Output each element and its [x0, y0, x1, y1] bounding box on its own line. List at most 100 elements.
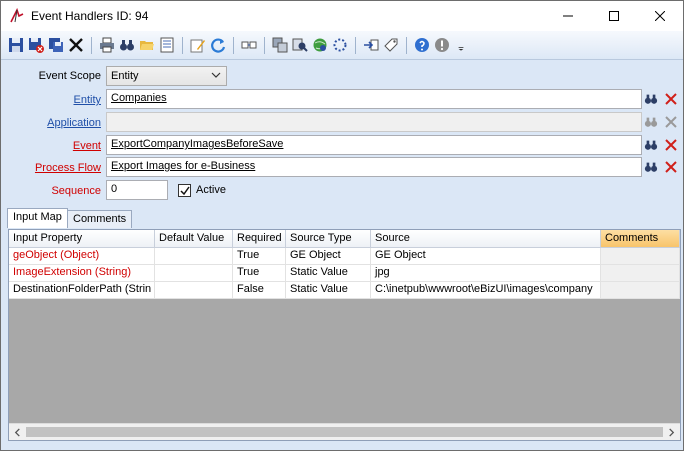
- entity-value: Companies: [111, 92, 167, 104]
- table-cell-input-property[interactable]: geObject (Object): [9, 248, 155, 265]
- search-button[interactable]: [118, 36, 136, 54]
- toolbar: [1, 31, 683, 60]
- process-flow-field[interactable]: Export Images for e-Business: [106, 157, 642, 177]
- tab-input-map[interactable]: Input Map: [7, 208, 68, 228]
- table-cell-required[interactable]: True: [233, 248, 286, 265]
- refresh-button[interactable]: [209, 36, 227, 54]
- import-button[interactable]: [362, 36, 380, 54]
- minimize-button[interactable]: [545, 1, 591, 31]
- table-cell-required[interactable]: True: [233, 265, 286, 282]
- table-cell-default-value[interactable]: [155, 265, 233, 282]
- close-window-button[interactable]: [637, 1, 683, 31]
- delete-button[interactable]: [67, 36, 85, 54]
- table-cell-comments[interactable]: [601, 265, 680, 282]
- event-value: ExportCompanyImagesBeforeSave: [111, 138, 284, 150]
- find-icon: [292, 38, 308, 52]
- save-all-icon: [49, 38, 63, 52]
- process-flow-link-label[interactable]: Process Flow: [1, 162, 101, 174]
- settings-button[interactable]: [331, 36, 349, 54]
- table-cell-input-property[interactable]: ImageExtension (String): [9, 265, 155, 282]
- window-title: Event Handlers ID: 94: [31, 9, 149, 23]
- column-header-source-type[interactable]: Source Type: [286, 230, 371, 248]
- event-field[interactable]: ExportCompanyImagesBeforeSave: [106, 135, 642, 155]
- column-header-source[interactable]: Source: [371, 230, 601, 248]
- process-flow-lookup-button[interactable]: [642, 158, 660, 176]
- event-scope-select[interactable]: Entity: [106, 66, 227, 86]
- copy-icon: [272, 37, 288, 53]
- open-button[interactable]: [138, 36, 156, 54]
- overflow-icon: [458, 47, 464, 51]
- tab-comments[interactable]: Comments: [67, 210, 133, 228]
- entity-lookup-button[interactable]: [642, 90, 660, 108]
- web-button[interactable]: [311, 36, 329, 54]
- refresh-icon: [211, 38, 226, 53]
- clear-icon: [665, 139, 677, 151]
- columns-button[interactable]: [240, 36, 258, 54]
- toolbar-separator: [355, 37, 356, 54]
- delete-icon: [69, 38, 83, 52]
- scroll-left-icon[interactable]: [13, 428, 22, 437]
- table-cell-comments[interactable]: [601, 248, 680, 265]
- toolbar-overflow-button[interactable]: [456, 36, 466, 54]
- info-button[interactable]: [433, 36, 451, 54]
- active-checkbox[interactable]: [178, 184, 191, 197]
- close-icon: [655, 11, 665, 21]
- save-icon: [9, 38, 23, 52]
- horizontal-scrollbar[interactable]: [9, 423, 680, 440]
- application-field: [106, 112, 642, 132]
- application-clear-button: [662, 113, 680, 131]
- print-button[interactable]: [98, 36, 116, 54]
- properties-icon: [160, 37, 174, 53]
- chevron-down-icon: [211, 72, 221, 78]
- sequence-value: 0: [111, 183, 118, 195]
- find-button[interactable]: [291, 36, 309, 54]
- tag-icon: [384, 38, 398, 52]
- event-scope-value: Entity: [111, 70, 139, 82]
- clear-icon: [665, 116, 677, 128]
- properties-button[interactable]: [158, 36, 176, 54]
- application-lookup-button: [642, 113, 660, 131]
- entity-field[interactable]: Companies: [106, 89, 642, 109]
- scroll-right-icon[interactable]: [667, 428, 676, 437]
- entity-clear-button[interactable]: [662, 90, 680, 108]
- table-cell-source[interactable]: GE Object: [371, 248, 601, 265]
- help-button[interactable]: [413, 36, 431, 54]
- column-header-default-value[interactable]: Default Value: [155, 230, 233, 248]
- table-cell-source-type[interactable]: Static Value: [286, 265, 371, 282]
- table-cell-required[interactable]: False: [233, 282, 286, 299]
- sequence-input[interactable]: 0: [106, 180, 168, 200]
- columns-icon: [241, 41, 257, 49]
- column-header-required[interactable]: Required: [233, 230, 286, 248]
- print-icon: [100, 37, 114, 53]
- column-header-input-property[interactable]: Input Property: [9, 230, 155, 248]
- edit-note-button[interactable]: [189, 36, 207, 54]
- table-cell-comments[interactable]: [601, 282, 680, 299]
- entity-link-label[interactable]: Entity: [1, 94, 101, 106]
- table-cell-source-type[interactable]: Static Value: [286, 282, 371, 299]
- process-flow-clear-button[interactable]: [662, 158, 680, 176]
- table-cell-source-type[interactable]: GE Object: [286, 248, 371, 265]
- event-link-label[interactable]: Event: [1, 140, 101, 152]
- table-cell-default-value[interactable]: [155, 248, 233, 265]
- toolbar-separator: [406, 37, 407, 54]
- maximize-button[interactable]: [591, 1, 637, 31]
- application-link-label[interactable]: Application: [1, 117, 101, 129]
- table-cell-input-property[interactable]: DestinationFolderPath (Strin: [9, 282, 155, 299]
- table-cell-source[interactable]: jpg: [371, 265, 601, 282]
- table-cell-default-value[interactable]: [155, 282, 233, 299]
- import-icon: [364, 39, 379, 51]
- save-close-button[interactable]: [27, 36, 45, 54]
- save-all-button[interactable]: [47, 36, 65, 54]
- binoculars-icon: [644, 117, 658, 127]
- tag-button[interactable]: [382, 36, 400, 54]
- active-label: Active: [196, 184, 226, 196]
- copy-button[interactable]: [271, 36, 289, 54]
- event-clear-button[interactable]: [662, 136, 680, 154]
- title-bar: Event Handlers ID: 94: [1, 1, 683, 31]
- column-header-comments[interactable]: Comments: [601, 230, 680, 248]
- event-lookup-button[interactable]: [642, 136, 660, 154]
- save-close-icon: [29, 38, 44, 53]
- table-cell-source[interactable]: C:\inetpub\wwwroot\eBizUI\images\company: [371, 282, 601, 299]
- scrollbar-thumb[interactable]: [26, 427, 663, 437]
- save-button[interactable]: [7, 36, 25, 54]
